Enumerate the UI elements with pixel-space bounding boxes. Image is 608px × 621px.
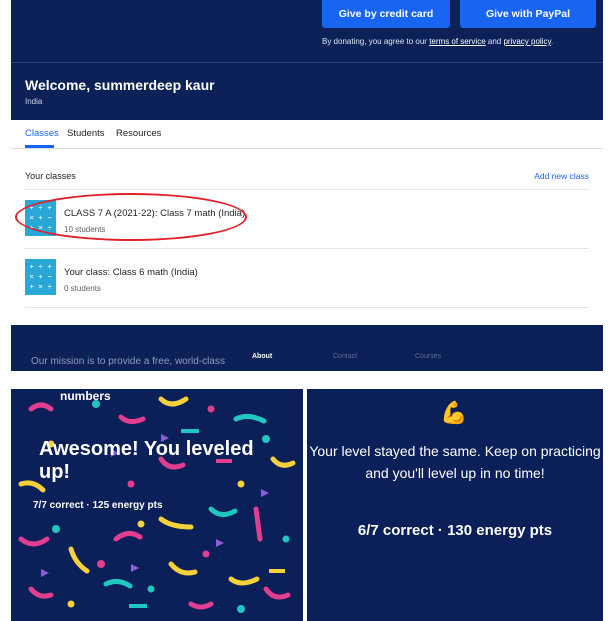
class-row-class-6[interactable]: + ÷ + × + − + × ÷ Your class: Class 6 math (Indi…: [25, 251, 589, 307]
tab-classes[interactable]: Classes: [25, 128, 59, 139]
exercise-title-partial: numbers: [60, 389, 111, 403]
welcome-header: Welcome, summerdeep kaur India: [11, 62, 603, 120]
donate-note: By donating, you agree to our terms of s…: [322, 37, 553, 46]
footer-courses-link[interactable]: Courses: [415, 353, 441, 360]
add-new-class-link[interactable]: Add new class: [534, 171, 589, 181]
divider: [25, 307, 589, 308]
divider: [25, 189, 589, 190]
red-highlight-circle: [15, 193, 247, 241]
flexed-biceps-icon: 💪: [440, 400, 468, 425]
tab-resources[interactable]: Resources: [116, 128, 161, 139]
level-up-celebration-panel: numbers Awesome! You leveled up! 7/7 cor…: [11, 389, 303, 621]
donate-banner: Give by credit card Give with PayPal By …: [11, 0, 603, 62]
mission-statement: Our mission is to provide a free, world-…: [31, 356, 225, 367]
exercise-score: 6/7 correct · 130 energy pts: [357, 522, 553, 539]
class-student-count: 0 students: [64, 284, 101, 293]
welcome-country: India: [25, 97, 43, 106]
donate-note-prefix: By donating, you agree to our: [322, 37, 430, 46]
class-name: Your class: Class 6 math (India): [64, 267, 198, 278]
give-by-credit-card-button[interactable]: Give by credit card: [322, 0, 450, 28]
level-up-headline: Awesome! You leveled up!: [39, 438, 254, 483]
site-footer: Our mission is to provide a free, world-…: [11, 325, 603, 371]
exercise-score: 7/7 correct · 125 energy pts: [33, 500, 163, 511]
class-math-icon: + ÷ + × + − + × ÷: [25, 259, 56, 295]
level-result-panel: 💪 Your level stayed the same. Keep on pr…: [307, 389, 603, 621]
level-message: Your level stayed the same. Keep on prac…: [309, 443, 601, 481]
tab-bar: Classes Students Resources: [11, 119, 603, 149]
donate-note-and: and: [485, 37, 504, 46]
footer-contact-link[interactable]: Contact: [333, 353, 357, 360]
privacy-policy-link[interactable]: privacy policy: [503, 37, 550, 46]
terms-of-service-link[interactable]: terms of service: [429, 37, 485, 46]
divider: [25, 248, 589, 249]
welcome-title: Welcome, summerdeep kaur: [25, 77, 215, 93]
active-tab-indicator: [25, 145, 54, 148]
dashboard-screenshot: Give by credit card Give with PayPal By …: [11, 0, 603, 371]
donate-note-suffix: .: [550, 37, 554, 46]
your-classes-heading: Your classes: [25, 171, 76, 181]
footer-about-link[interactable]: About: [252, 353, 272, 360]
clipped-heading-fragment: [307, 389, 603, 393]
tab-students[interactable]: Students: [67, 128, 105, 139]
give-with-paypal-button[interactable]: Give with PayPal: [460, 0, 596, 28]
